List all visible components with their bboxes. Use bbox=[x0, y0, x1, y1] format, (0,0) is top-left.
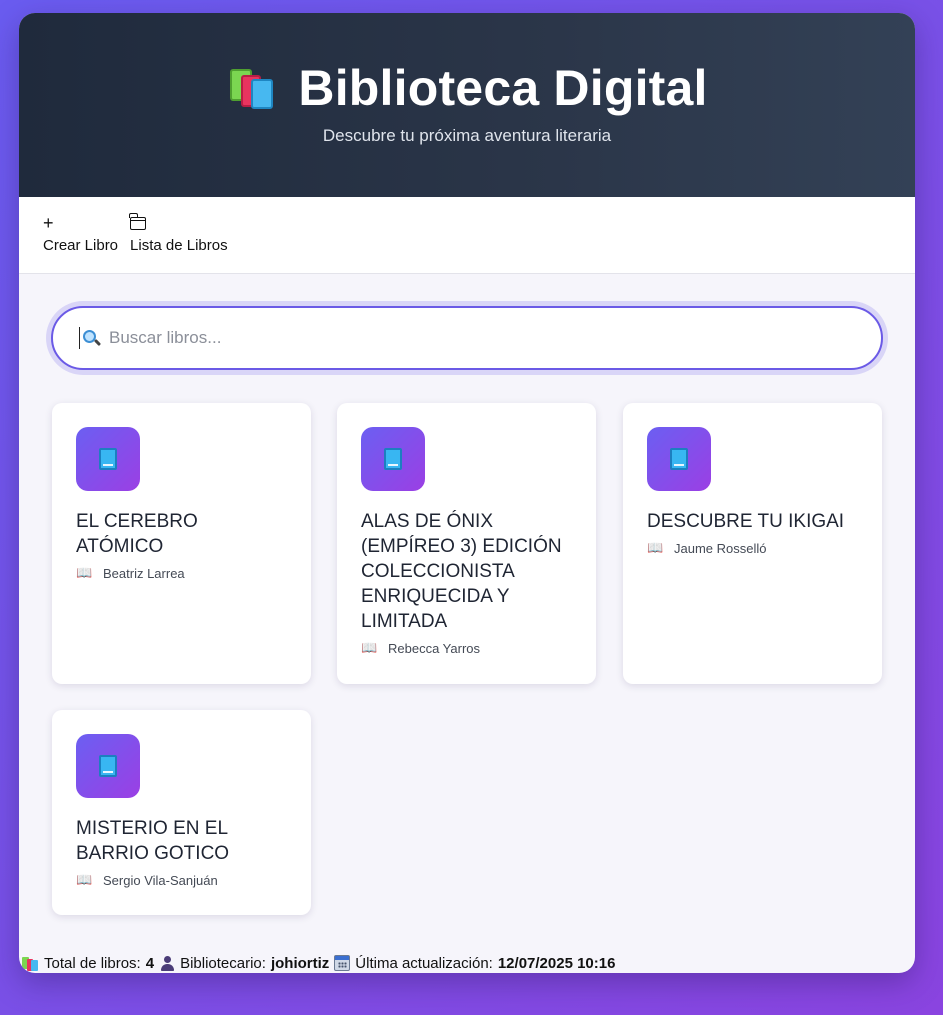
book-author: 📖 Beatriz Larrea bbox=[76, 565, 287, 581]
search-input[interactable] bbox=[109, 328, 809, 348]
search-bar[interactable] bbox=[51, 306, 883, 370]
toolbar: + Crear Libro Lista de Libros bbox=[19, 197, 915, 274]
book-author-name: Jaume Rosselló bbox=[674, 540, 767, 556]
book-author: 📖 Jaume Rosselló bbox=[647, 540, 858, 556]
folder-icon-wrap bbox=[129, 213, 147, 234]
book-title: EL CEREBRO ATÓMICO bbox=[76, 511, 198, 557]
header-title-row: Biblioteca Digital bbox=[19, 59, 915, 117]
last-updated-value: 12/07/2025 10:16 bbox=[497, 954, 616, 972]
book-list-label: Lista de Libros bbox=[130, 237, 228, 254]
book-title: ALAS DE ÓNIX (EMPÍREO 3) EDICIÓN COLECCI… bbox=[361, 511, 562, 632]
last-updated-label: Última actualización: bbox=[355, 954, 493, 972]
book-author-name: Beatriz Larrea bbox=[103, 565, 185, 581]
open-book-icon: 📖 bbox=[76, 872, 93, 887]
book-author: 📖 Sergio Vila-Sanjuán bbox=[76, 872, 287, 888]
open-book-icon: 📖 bbox=[361, 640, 378, 655]
books-icon bbox=[226, 64, 278, 112]
create-book-button[interactable]: + Crear Libro bbox=[43, 214, 118, 254]
book-card[interactable]: ALAS DE ÓNIX (EMPÍREO 3) EDICIÓN COLECCI… bbox=[337, 403, 596, 684]
book-card-icon bbox=[76, 427, 140, 491]
librarian-label: Bibliotecario: bbox=[180, 954, 266, 972]
app-window: Biblioteca Digital Descubre tu próxima a… bbox=[19, 13, 915, 973]
blue-book-icon bbox=[99, 755, 117, 777]
status-footer: Total de libros: 4 Bibliotecario: johior… bbox=[21, 953, 615, 973]
page-header: Biblioteca Digital Descubre tu próxima a… bbox=[19, 13, 915, 197]
book-list-button[interactable]: Lista de Libros bbox=[129, 213, 228, 254]
user-icon bbox=[159, 955, 175, 971]
page-subtitle: Descubre tu próxima aventura literaria bbox=[322, 126, 612, 145]
book-blue-shape bbox=[251, 79, 274, 109]
book-card-icon bbox=[647, 427, 711, 491]
blue-book-icon bbox=[384, 448, 402, 470]
calendar-icon bbox=[334, 955, 351, 971]
search-icon bbox=[82, 329, 102, 347]
text-caret bbox=[79, 327, 80, 349]
book-author: 📖 Rebecca Yarros bbox=[361, 640, 572, 656]
search-icon-handle bbox=[93, 338, 102, 347]
book-card-icon bbox=[361, 427, 425, 491]
open-book-icon: 📖 bbox=[76, 565, 93, 580]
create-book-label: Crear Libro bbox=[43, 237, 119, 254]
book-card[interactable]: EL CEREBRO ATÓMICO 📖 Beatriz Larrea bbox=[52, 403, 311, 684]
page-title: Biblioteca Digital bbox=[298, 60, 708, 116]
book-title: DESCUBRE TU IKIGAI bbox=[647, 511, 845, 532]
total-books-value: 4 bbox=[145, 954, 155, 972]
book-title: MISTERIO EN EL BARRIO GOTICO bbox=[76, 818, 230, 864]
blue-book-icon bbox=[99, 448, 117, 470]
total-books-label: Total de libros: bbox=[44, 954, 141, 972]
books-icon bbox=[21, 955, 39, 971]
plus-icon: + bbox=[43, 213, 54, 233]
book-card[interactable]: DESCUBRE TU IKIGAI 📖 Jaume Rosselló bbox=[623, 403, 882, 684]
book-author-name: Sergio Vila-Sanjuán bbox=[103, 872, 218, 888]
book-author-name: Rebecca Yarros bbox=[388, 640, 481, 656]
blue-book-icon bbox=[670, 448, 688, 470]
book-card[interactable]: MISTERIO EN EL BARRIO GOTICO 📖 Sergio Vi… bbox=[52, 710, 311, 915]
book-card-icon bbox=[76, 734, 140, 798]
folder-icon bbox=[129, 213, 147, 230]
librarian-value: johiortiz bbox=[270, 954, 330, 972]
open-book-icon: 📖 bbox=[647, 540, 664, 555]
